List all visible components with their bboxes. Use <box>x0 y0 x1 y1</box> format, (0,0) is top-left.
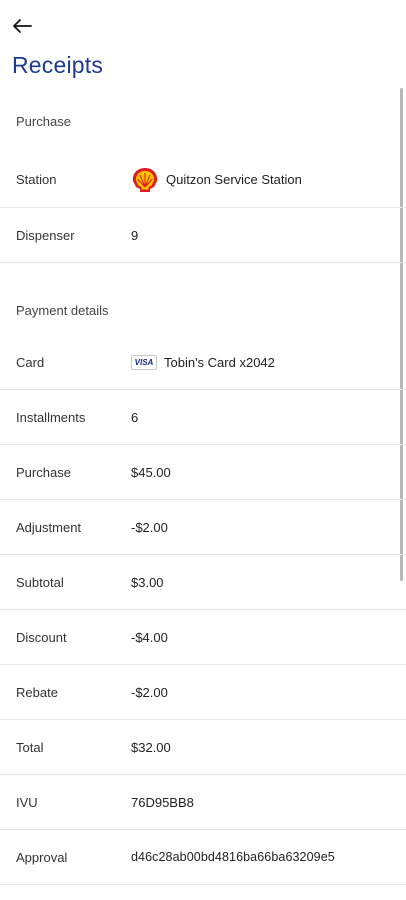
adjustment-label: Adjustment <box>16 519 82 535</box>
purchase-value: $45.00 <box>131 464 171 480</box>
ivu-row: IVU 76D95BB8 <box>0 775 406 830</box>
total-value: $32.00 <box>131 739 171 755</box>
subtotal-label: Subtotal <box>16 574 64 590</box>
page-title: Receipts <box>12 52 104 78</box>
rebate-row: Rebate -$2.00 <box>0 665 406 720</box>
dispenser-label: Dispenser <box>16 227 75 243</box>
total-row: Total $32.00 <box>0 720 406 775</box>
station-row: Station Quitzon Service Station <box>0 152 406 208</box>
discount-value: -$4.00 <box>131 629 168 645</box>
approval-label: Approval <box>16 849 68 865</box>
adjustment-row: Adjustment -$2.00 <box>0 500 406 555</box>
rebate-label: Rebate <box>16 684 58 700</box>
card-row: Card VISA Tobin's Card x2042 <box>0 335 406 390</box>
approval-row: Approval d46c28ab00bd4816ba66ba63209e5 <box>0 830 406 885</box>
purchase-row: Purchase $45.00 <box>0 445 406 500</box>
total-label: Total <box>16 739 44 755</box>
card-name: Tobin's Card x2042 <box>164 354 275 370</box>
dispenser-row: Dispenser 9 <box>0 208 406 263</box>
purchase-label: Purchase <box>16 464 71 480</box>
shell-logo-icon <box>132 167 158 192</box>
rebate-value: -$2.00 <box>131 684 168 700</box>
installments-value: 6 <box>131 409 139 425</box>
card-label: Card <box>16 354 45 370</box>
card-value: VISA Tobin's Card x2042 <box>131 354 275 370</box>
receipt-details: Purchase Station Quitzon Service Station… <box>0 90 406 900</box>
station-label: Station <box>16 172 57 187</box>
ivu-label: IVU <box>16 794 38 810</box>
installments-label: Installments <box>16 409 86 425</box>
app-header: Receipts <box>0 0 406 90</box>
arrow-left-icon <box>13 19 32 33</box>
adjustment-value: -$2.00 <box>131 519 168 535</box>
dispenser-value: 9 <box>131 227 139 243</box>
discount-label: Discount <box>16 629 67 645</box>
back-button[interactable] <box>10 14 34 38</box>
subtotal-row: Subtotal $3.00 <box>0 555 406 610</box>
station-value: Quitzon Service Station <box>131 167 302 193</box>
visa-card-icon: VISA <box>131 354 157 370</box>
purchase-section-title: Purchase <box>16 113 71 129</box>
installments-row: Installments 6 <box>0 390 406 445</box>
station-name: Quitzon Service Station <box>166 172 302 187</box>
subtotal-value: $3.00 <box>131 574 164 590</box>
payment-section-title: Payment details <box>16 302 109 318</box>
ivu-value: 76D95BB8 <box>131 794 194 810</box>
discount-row: Discount -$4.00 <box>0 610 406 665</box>
approval-value: d46c28ab00bd4816ba66ba63209e5 <box>131 850 335 864</box>
